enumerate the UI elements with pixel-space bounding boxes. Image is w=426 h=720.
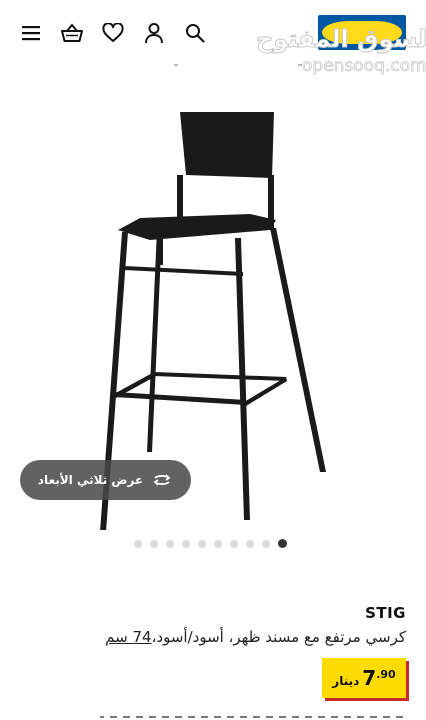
view-3d-label: عرض ثلاثي الأبعاد <box>37 473 144 487</box>
carousel-dot[interactable] <box>230 539 238 548</box>
heart-icon[interactable] <box>100 20 126 46</box>
carousel-dot[interactable] <box>134 539 142 548</box>
carousel-dots <box>134 539 287 548</box>
rotate-3d-icon <box>153 474 171 486</box>
carousel-dot[interactable] <box>262 539 270 548</box>
divider-mark <box>174 64 178 66</box>
carousel-dot[interactable] <box>246 539 254 548</box>
search-icon[interactable] <box>182 20 208 46</box>
product-size-link[interactable]: 74 سم <box>105 628 151 646</box>
carousel-dot[interactable] <box>182 539 190 548</box>
price-amount: 7.90 <box>362 666 395 690</box>
watermark-latin: opensooq.com <box>302 56 426 77</box>
product-description-text: كرسي مرتفع مع مسند ظهر، أسود/أسود، <box>151 628 406 646</box>
carousel-dot-active[interactable] <box>278 539 287 548</box>
cut-off-text-line <box>100 712 406 720</box>
carousel-dot[interactable] <box>214 539 222 548</box>
product-name: STIG <box>365 604 406 622</box>
shopping-basket-icon[interactable] <box>59 20 85 46</box>
carousel-dot[interactable] <box>166 539 174 548</box>
price-currency: دينار <box>332 674 360 688</box>
hamburger-menu-icon[interactable] <box>18 20 44 46</box>
price-tag: 7.90 دينار <box>322 658 406 698</box>
price-whole: 7 <box>362 666 377 690</box>
person-icon[interactable] <box>141 20 167 46</box>
view-3d-button[interactable]: عرض ثلاثي الأبعاد <box>20 460 191 500</box>
watermark-arabic: السوق المفتوح <box>255 25 426 54</box>
carousel-dot[interactable] <box>198 539 206 548</box>
product-description: كرسي مرتفع مع مسند ظهر، أسود/أسود،74 سم <box>105 628 406 646</box>
price-decimal: .90 <box>376 668 396 681</box>
carousel-dot[interactable] <box>150 539 158 548</box>
divider-mark <box>298 64 302 66</box>
